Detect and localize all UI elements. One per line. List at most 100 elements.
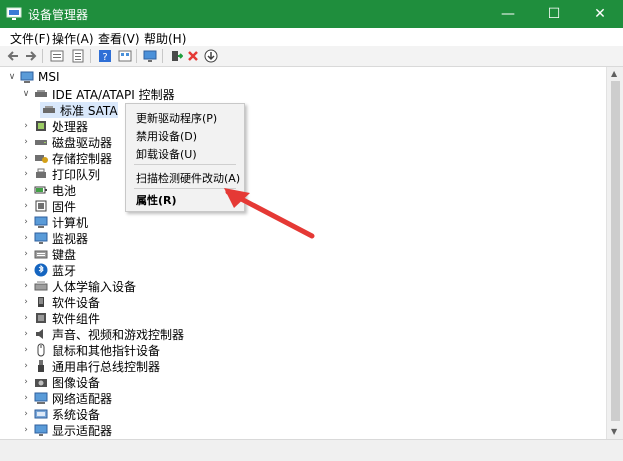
tree-item-computer[interactable]: › 计算机 — [20, 214, 88, 230]
tree-item-label: 磁盘驱动器 — [52, 135, 113, 150]
tree-item-sound[interactable]: › 声音、视频和游戏控制器 — [20, 326, 184, 342]
back-arrow-icon[interactable] — [5, 48, 21, 64]
tree-item-label: 鼠标和其他指针设备 — [52, 343, 161, 358]
computer-icon — [20, 71, 34, 83]
expand-chevron-icon[interactable]: › — [20, 214, 32, 230]
tree-item-label: 计算机 — [52, 215, 89, 230]
monitor-icon[interactable] — [142, 48, 158, 64]
forward-arrow-icon[interactable] — [23, 48, 39, 64]
vertical-scrollbar[interactable]: ▲ ▼ — [606, 67, 623, 439]
tree-item-processor[interactable]: › 处理器 — [20, 118, 88, 134]
tree-item-print-queue[interactable]: › 打印队列 — [20, 166, 100, 182]
tree-item-software-device[interactable]: › 软件设备 — [20, 294, 100, 310]
expand-chevron-icon[interactable]: › — [20, 342, 32, 358]
expand-chevron-icon[interactable]: › — [20, 406, 32, 422]
menu-item-update-driver[interactable]: 更新驱动程序(P) — [136, 110, 217, 126]
tree-item-hid[interactable]: › 人体学输入设备 — [20, 278, 136, 294]
list-icon[interactable] — [70, 48, 86, 64]
tree-item-monitor[interactable]: › 监视器 — [20, 230, 88, 246]
expand-chevron-icon[interactable]: › — [20, 390, 32, 406]
menu-view[interactable]: 查看(V) — [98, 30, 140, 47]
tree-item-bluetooth[interactable]: › 蓝牙 — [20, 262, 76, 278]
expand-chevron-icon[interactable]: › — [20, 134, 32, 150]
expand-chevron-icon[interactable]: › — [20, 422, 32, 438]
tree-item-keyboard[interactable]: › 键盘 — [20, 246, 76, 262]
scroll-up-icon[interactable]: ▲ — [611, 69, 617, 78]
toolbar-separator — [90, 49, 91, 63]
tree-root-label: MSI — [38, 70, 60, 84]
tree-item-label: 人体学输入设备 — [52, 279, 137, 294]
tree-item-imaging[interactable]: › 图像设备 — [20, 374, 100, 390]
device-manager-icon — [6, 7, 22, 20]
toolbar: ? — [0, 46, 623, 67]
tree-item-label: 键盘 — [52, 247, 77, 262]
tree-root[interactable]: ∨ MSI — [6, 69, 60, 85]
maximize-button[interactable]: ☐ — [531, 0, 577, 28]
tree-item-firmware[interactable]: › 固件 — [20, 198, 76, 214]
cpu-icon — [36, 121, 46, 131]
help-icon[interactable]: ? — [97, 48, 113, 64]
menu-item-uninstall-device[interactable]: 卸载设备(U) — [136, 146, 197, 162]
uninstall-icon[interactable] — [185, 48, 201, 64]
collapse-chevron-icon[interactable]: ∨ — [20, 86, 32, 102]
menu-action[interactable]: 操作(A) — [52, 30, 94, 47]
expand-chevron-icon[interactable]: › — [20, 358, 32, 374]
tree-item-battery[interactable]: › 电池 — [20, 182, 76, 198]
expand-chevron-icon[interactable]: › — [20, 294, 32, 310]
menu-separator — [134, 188, 236, 189]
device-tree[interactable]: ∨ MSI ∨ IDE ATA/ATAPI 控制器 标准 SATA › 处理器 ›… — [0, 67, 606, 439]
expand-chevron-icon[interactable]: › — [20, 262, 32, 278]
minimize-button[interactable]: — — [485, 0, 531, 28]
tree-item-label: 蓝牙 — [52, 263, 77, 278]
tree-item-ide[interactable]: ∨ IDE ATA/ATAPI 控制器 — [20, 86, 175, 102]
status-cell — [0, 440, 600, 460]
svg-text:?: ? — [102, 52, 107, 63]
expand-chevron-icon[interactable]: › — [20, 182, 32, 198]
expand-chevron-icon[interactable]: › — [20, 246, 32, 262]
tree-item-label: 软件设备 — [52, 295, 101, 310]
tree-item-storage[interactable]: › 存储控制器 — [20, 150, 112, 166]
expand-chevron-icon[interactable]: › — [20, 230, 32, 246]
tree-item-system[interactable]: › 系统设备 — [20, 406, 100, 422]
tree-item-sata-selected[interactable]: 标准 SATA — [40, 102, 118, 118]
expand-chevron-icon[interactable]: › — [20, 278, 32, 294]
tree-item-network[interactable]: › 网络适配器 — [20, 390, 112, 406]
tree-item-label: 软件组件 — [52, 311, 101, 326]
menu-item-disable-device[interactable]: 禁用设备(D) — [136, 128, 197, 144]
tree-item-label: 系统设备 — [52, 407, 101, 422]
tree-item-usb[interactable]: › 通用串行总线控制器 — [20, 358, 160, 374]
tree-item-label: 电池 — [52, 183, 77, 198]
update-driver-icon[interactable] — [168, 48, 184, 64]
scroll-thumb[interactable] — [611, 81, 620, 421]
expand-chevron-icon[interactable]: › — [20, 150, 32, 166]
expand-chevron-icon[interactable]: › — [20, 310, 32, 326]
download-icon[interactable] — [203, 48, 219, 64]
expand-chevron-icon[interactable]: › — [20, 326, 32, 342]
tree-item-mouse[interactable]: › 鼠标和其他指针设备 — [20, 342, 160, 358]
expand-chevron-icon[interactable]: › — [20, 118, 32, 134]
expand-chevron-icon[interactable]: › — [20, 198, 32, 214]
tree-item-disk[interactable]: › 磁盘驱动器 — [20, 134, 112, 150]
expand-chevron-icon[interactable]: › — [20, 166, 32, 182]
menu-file[interactable]: 文件(F) — [10, 30, 50, 47]
menu-bar: 文件(F) 操作(A) 查看(V) 帮助(H) — [0, 28, 623, 46]
menu-item-properties[interactable]: 属性(R) — [136, 192, 177, 208]
network-adapter-icon — [34, 392, 48, 404]
tree-item-label: 固件 — [52, 199, 77, 214]
status-bar — [0, 439, 623, 461]
tree-item-label: 网络适配器 — [52, 391, 113, 406]
view-icon[interactable] — [117, 48, 133, 64]
tree-item-display[interactable]: › 显示适配器 — [20, 422, 112, 438]
scroll-down-icon[interactable]: ▼ — [611, 427, 617, 436]
tree-item-label: 图像设备 — [52, 375, 101, 390]
properties-icon[interactable] — [49, 48, 65, 64]
printer-icon — [36, 168, 46, 178]
menu-separator — [134, 164, 236, 165]
menu-help[interactable]: 帮助(H) — [144, 30, 186, 47]
close-button[interactable]: ✕ — [577, 0, 623, 28]
expand-chevron-icon[interactable]: › — [20, 374, 32, 390]
tree-item-label: 显示适配器 — [52, 423, 113, 438]
collapse-chevron-icon[interactable]: ∨ — [6, 69, 18, 85]
display-adapter-icon — [34, 424, 48, 436]
tree-item-software-component[interactable]: › 软件组件 — [20, 310, 100, 326]
